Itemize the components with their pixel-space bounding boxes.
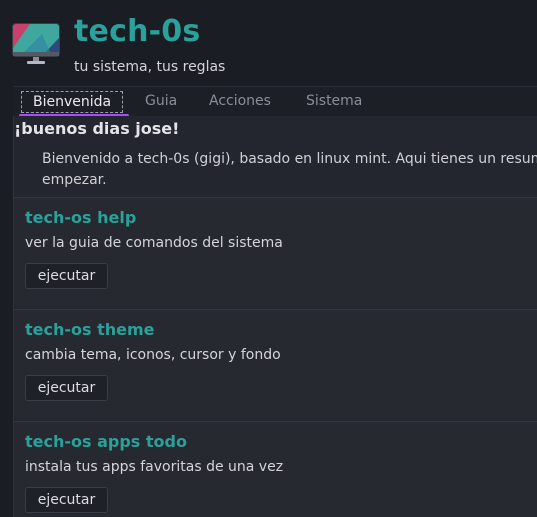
card-title: tech-os theme: [25, 320, 155, 339]
run-help-button[interactable]: ejecutar: [25, 263, 108, 289]
welcome-panel: ¡buenos dias jose! Bienvenido a tech-0s …: [13, 116, 537, 517]
tab-bienvenida[interactable]: Bienvenida: [21, 91, 124, 113]
tab-bar: Bienvenida Guia Acciones Sistema: [14, 86, 537, 117]
tab-guia[interactable]: Guia: [145, 91, 177, 113]
run-theme-button[interactable]: ejecutar: [25, 375, 108, 401]
tab-sistema[interactable]: Sistema: [306, 91, 362, 113]
card-help: tech-os help ver la guia de comandos del…: [14, 197, 537, 306]
header: tech-0s tu sistema, tus reglas: [0, 0, 537, 86]
card-title: tech-os help: [25, 208, 137, 227]
card-apps-todo: tech-os apps todo instala tus apps favor…: [14, 421, 537, 517]
card-title: tech-os apps todo: [25, 432, 187, 451]
card-description: cambia tema, iconos, cursor y fondo: [25, 347, 281, 363]
intro-line: Bienvenido a tech-0s (gigi), basado en l…: [42, 151, 537, 167]
card-description: instala tus apps favoritas de una vez: [25, 459, 284, 475]
app-subtitle: tu sistema, tus reglas: [74, 59, 226, 75]
app-title: tech-0s: [74, 14, 201, 49]
monitor-logo-icon: [12, 23, 60, 64]
card-description: ver la guia de comandos del sistema: [25, 235, 283, 251]
intro-line: empezar.: [42, 172, 107, 188]
app-window: tech-0s tu sistema, tus reglas Bienvenid…: [0, 0, 537, 517]
greeting-heading: ¡buenos dias jose!: [14, 119, 180, 138]
run-apps-button[interactable]: ejecutar: [25, 487, 108, 513]
tab-acciones[interactable]: Acciones: [209, 91, 271, 113]
intro-text: Bienvenido a tech-0s (gigi), basado en l…: [42, 149, 537, 191]
card-theme: tech-os theme cambia tema, iconos, curso…: [14, 309, 537, 418]
